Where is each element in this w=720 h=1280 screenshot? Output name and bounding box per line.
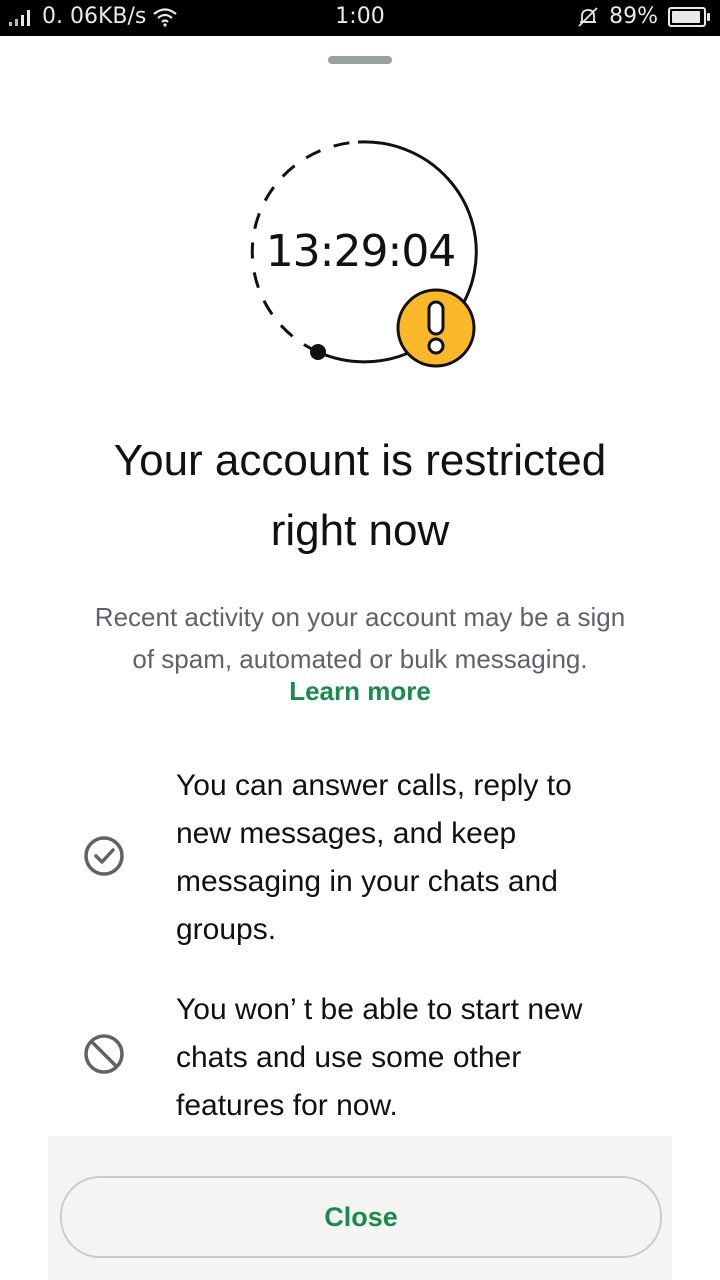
sheet-title: Your account is restricted right now xyxy=(40,426,680,566)
allowed-line-2: new messages, and keep xyxy=(176,817,517,850)
restriction-sheet: 13:29:04 Your account is restricted righ… xyxy=(0,36,720,1280)
subtitle-line-2: of spam, automated or bulk messaging. xyxy=(132,644,588,674)
block-icon xyxy=(84,1034,124,1074)
mute-bell-icon xyxy=(578,6,598,27)
allowed-text: You can answer calls, reply to new messa… xyxy=(176,762,666,954)
sheet-description: Recent activity on your account may be a… xyxy=(40,596,680,680)
warning-icon xyxy=(396,288,476,368)
restricted-line-1: You won’ t be able to start new xyxy=(176,993,583,1026)
subtitle-line-1: Recent activity on your account may be a… xyxy=(94,602,626,632)
allowed-line-3: messaging in your chats and xyxy=(176,865,558,898)
drag-handle[interactable] xyxy=(328,56,392,64)
countdown-timer: 13:29:04 xyxy=(265,226,457,277)
learn-more-link[interactable]: Learn more xyxy=(0,676,720,707)
allowed-line-4: groups. xyxy=(176,913,277,946)
timer-illustration: 13:29:04 xyxy=(238,134,488,374)
restricted-line-3: features for now. xyxy=(176,1089,398,1122)
restricted-text: You won’ t be able to start new chats an… xyxy=(176,986,666,1130)
sheet-footer: Close xyxy=(48,1136,672,1280)
title-line-1: Your account is restricted xyxy=(113,436,607,485)
status-right: 89% xyxy=(577,4,710,29)
restricted-line-2: chats and use some other xyxy=(176,1041,522,1074)
check-circle-icon xyxy=(84,836,124,876)
battery-percent: 89% xyxy=(609,4,658,29)
restricted-info-row: You won’ t be able to start new chats an… xyxy=(0,986,720,1136)
battery-icon xyxy=(668,6,710,27)
title-line-2: right now xyxy=(270,506,450,555)
status-bar: 0. 06KB/s 1:00 89% xyxy=(0,0,720,36)
allowed-info-row: You can answer calls, reply to new messa… xyxy=(0,762,720,962)
close-button[interactable]: Close xyxy=(60,1176,662,1258)
allowed-line-1: You can answer calls, reply to xyxy=(176,769,572,802)
